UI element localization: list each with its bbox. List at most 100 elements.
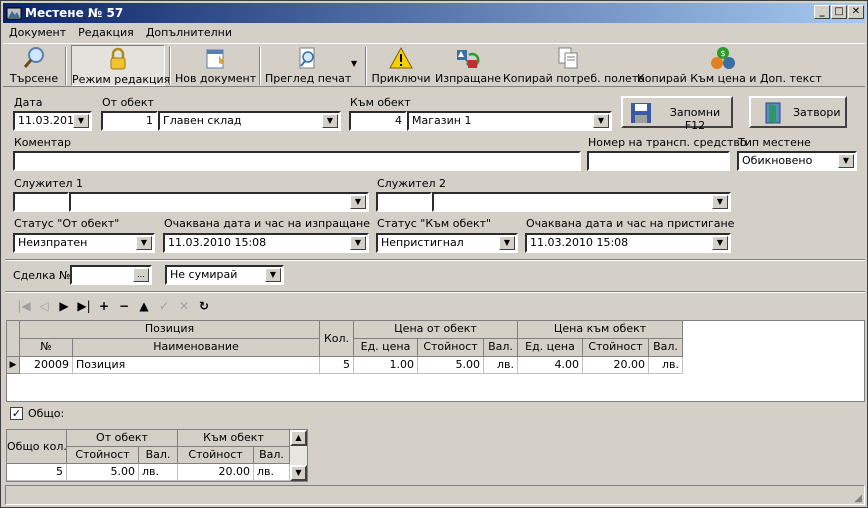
totals-scrollbar[interactable]: ▲ ▼ bbox=[290, 430, 307, 481]
insert-record-icon[interactable]: + bbox=[95, 297, 113, 315]
cell-name[interactable]: Позиция bbox=[73, 357, 320, 374]
employee1-select[interactable]: ▼ bbox=[69, 192, 369, 212]
arrive-datetime-field[interactable]: 11.03.2010 15:08 ▼ bbox=[525, 233, 731, 253]
print-preview-dropdown[interactable]: ▼ bbox=[349, 45, 361, 86]
chevron-down-icon[interactable]: ▼ bbox=[712, 236, 728, 250]
to-object-select[interactable]: Магазин 1 ▼ bbox=[407, 111, 612, 131]
col-from-price-header[interactable]: Цена от обект bbox=[354, 321, 518, 339]
finish-button[interactable]: Приключи bbox=[371, 45, 431, 86]
col-to-cur-header[interactable]: Вал. bbox=[649, 339, 683, 357]
next-record-icon[interactable]: ▶ bbox=[55, 297, 73, 315]
col-from-unit-header[interactable]: Ед. цена bbox=[354, 339, 418, 357]
maximize-button[interactable]: □ bbox=[831, 5, 847, 19]
money-icon: $ bbox=[711, 47, 735, 69]
totals-checkbox[interactable]: ✓ bbox=[10, 407, 23, 420]
size-grip-icon[interactable]: ◢ bbox=[854, 493, 862, 504]
chevron-down-icon[interactable]: ▼ bbox=[350, 195, 366, 209]
date-field[interactable]: 11.03.2010 ▼ bbox=[13, 111, 92, 131]
sum-mode-select[interactable]: Не сумирай ▼ bbox=[165, 265, 284, 285]
col-from-cur-header[interactable]: Вал. bbox=[484, 339, 518, 357]
move-type-select[interactable]: Обикновено ▼ bbox=[737, 151, 857, 171]
chevron-down-icon[interactable]: ▼ bbox=[73, 114, 89, 128]
minimize-button[interactable]: _ bbox=[814, 5, 830, 19]
chevron-down-icon[interactable]: ▼ bbox=[499, 236, 515, 250]
employee1-id-field[interactable] bbox=[13, 192, 69, 212]
date-label: Дата bbox=[14, 96, 43, 109]
checkmark-icon: ✓ bbox=[11, 407, 22, 420]
delete-record-icon[interactable]: − bbox=[115, 297, 133, 315]
title-bar[interactable]: Местене № 57 bbox=[3, 3, 865, 23]
floppy-disk-icon bbox=[631, 103, 651, 123]
employee2-select[interactable]: ▼ bbox=[432, 192, 731, 212]
items-grid[interactable]: Позиция № Наименование Кол. Цена от обек… bbox=[6, 320, 865, 402]
menu-extra[interactable]: Допълнителни bbox=[140, 23, 238, 41]
send-datetime-field[interactable]: 11.03.2010 15:08 ▼ bbox=[163, 233, 369, 253]
send-button[interactable]: Изпращане bbox=[435, 45, 501, 86]
menu-document[interactable]: Документ bbox=[3, 23, 72, 41]
toolbar-separator bbox=[65, 47, 67, 85]
search-button[interactable]: Търсене bbox=[7, 45, 61, 86]
to-object-id-field[interactable]: 4 bbox=[349, 111, 407, 131]
refresh-icon[interactable]: ↻ bbox=[195, 297, 213, 315]
from-object-select[interactable]: Главен склад ▼ bbox=[158, 111, 341, 131]
cell-from-unit[interactable]: 1.00 bbox=[354, 357, 418, 374]
chevron-down-icon[interactable]: ▼ bbox=[136, 236, 152, 250]
scroll-up-icon[interactable]: ▲ bbox=[290, 430, 307, 446]
col-to-unit-header[interactable]: Ед. цена bbox=[518, 339, 583, 357]
totals-grid[interactable]: Общо кол. От обект Стойност Вал. Към обе… bbox=[6, 429, 308, 482]
save-button[interactable]: Запомни F12 bbox=[621, 96, 733, 132]
chevron-down-icon[interactable]: ▼ bbox=[322, 114, 338, 128]
last-record-icon[interactable]: ▶| bbox=[75, 297, 93, 315]
cell-to-value[interactable]: 20.00 bbox=[583, 357, 649, 374]
edit-mode-button[interactable]: Режим редакция bbox=[71, 45, 170, 86]
copy-price-button[interactable]: $ Копирай Към цена и Доп. текст bbox=[637, 45, 822, 86]
status-to-select[interactable]: Непристигнал ▼ bbox=[376, 233, 518, 253]
status-to-label: Статус "Към обект" bbox=[377, 217, 492, 230]
comment-field[interactable] bbox=[13, 151, 581, 171]
col-qty-header[interactable]: Кол. bbox=[320, 321, 354, 357]
chevron-down-icon[interactable]: ▼ bbox=[593, 114, 609, 128]
cell-from-value[interactable]: 5.00 bbox=[418, 357, 484, 374]
edit-record-icon[interactable]: ▲ bbox=[135, 297, 153, 315]
cancel-record-icon[interactable]: ✕ bbox=[175, 297, 193, 315]
chevron-down-icon[interactable]: ▼ bbox=[265, 268, 281, 282]
menu-edit[interactable]: Редакция bbox=[72, 23, 140, 41]
first-record-icon[interactable]: |◀ bbox=[15, 297, 33, 315]
copy-icon bbox=[558, 47, 578, 69]
chevron-down-icon[interactable]: ▼ bbox=[350, 236, 366, 250]
cell-from-cur[interactable]: лв. bbox=[484, 357, 518, 374]
col-to-value-header[interactable]: Стойност bbox=[583, 339, 649, 357]
print-preview-button[interactable]: Преглед печат bbox=[265, 45, 351, 86]
chevron-down-icon[interactable]: ▼ bbox=[712, 195, 728, 209]
cell-to-unit[interactable]: 4.00 bbox=[518, 357, 583, 374]
toolbar-separator bbox=[169, 47, 171, 85]
copy-user-fields-button[interactable]: Копирай потреб. полета bbox=[503, 45, 645, 86]
menu-bar: Документ Редакция Допълнителни bbox=[3, 23, 865, 42]
window: Местене № 57 _ □ ✕ Документ Редакция Допъл… bbox=[0, 0, 868, 508]
new-document-button[interactable]: Нов документ bbox=[175, 45, 256, 86]
close-button[interactable]: Затвори bbox=[749, 96, 847, 128]
ellipsis-icon[interactable]: … bbox=[133, 268, 149, 282]
total-from-cur-cell: лв. bbox=[139, 464, 178, 481]
cell-qty[interactable]: 5 bbox=[320, 357, 354, 374]
col-name-header[interactable]: Наименование bbox=[73, 339, 320, 357]
chevron-down-icon[interactable]: ▼ bbox=[838, 154, 854, 168]
cell-to-cur[interactable]: лв. bbox=[649, 357, 683, 374]
row-indicator-header bbox=[7, 321, 20, 357]
employee2-id-field[interactable] bbox=[376, 192, 432, 212]
status-from-label: Статус "От обект" bbox=[14, 217, 120, 230]
scroll-down-icon[interactable]: ▼ bbox=[290, 465, 307, 481]
post-record-icon[interactable]: ✓ bbox=[155, 297, 173, 315]
deal-field[interactable]: … bbox=[70, 265, 152, 285]
from-object-id-field[interactable]: 1 bbox=[101, 111, 158, 131]
close-window-button[interactable]: ✕ bbox=[848, 5, 864, 19]
prior-record-icon[interactable]: ◁ bbox=[35, 297, 53, 315]
totals-from-cur-header: Вал. bbox=[139, 447, 178, 464]
cell-no[interactable]: 20009 bbox=[20, 357, 73, 374]
col-to-price-header[interactable]: Цена към обект bbox=[518, 321, 683, 339]
status-from-select[interactable]: Неизпратен ▼ bbox=[13, 233, 155, 253]
col-from-value-header[interactable]: Стойност bbox=[418, 339, 484, 357]
col-no-header[interactable]: № bbox=[20, 339, 73, 357]
col-position-header[interactable]: Позиция bbox=[20, 321, 320, 339]
vehicle-field[interactable] bbox=[587, 151, 730, 171]
